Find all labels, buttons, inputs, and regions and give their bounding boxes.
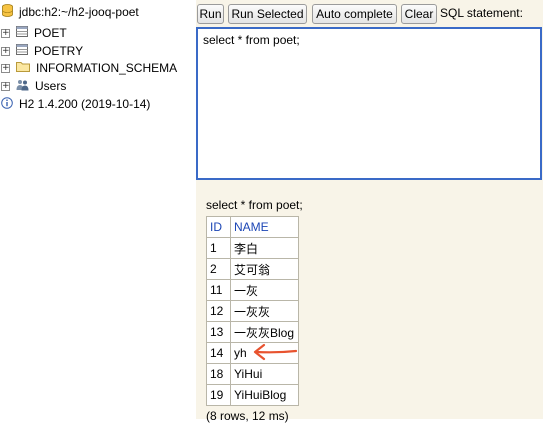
tree-item-information-schema[interactable]: + INFORMATION_SCHEMA: [0, 59, 177, 77]
object-tree: jdbc:h2:~/h2-jooq-poet + POET + POETRY +…: [0, 0, 196, 419]
cell-id: 18: [206, 363, 231, 385]
result-area: select * from poet; ID NAME 1 李白 2 艾可翁 1…: [206, 198, 303, 423]
sql-editor-text: select * from poet;: [203, 33, 300, 47]
query-panel: Run Run Selected Auto complete Clear SQL…: [196, 0, 543, 423]
column-header-id[interactable]: ID: [206, 216, 231, 238]
cell-id: 2: [206, 258, 231, 280]
clear-button[interactable]: Clear: [401, 4, 437, 24]
result-table: ID NAME 1 李白 2 艾可翁 11 一灰 12 一灰灰 13 一灰灰Bl…: [206, 216, 299, 406]
cell-id: 14: [206, 342, 231, 364]
sql-editor[interactable]: select * from poet;: [196, 27, 542, 180]
cell-id: 13: [206, 321, 231, 343]
table-row: 12 一灰灰: [206, 300, 299, 322]
tree-item-label: Users: [35, 79, 67, 93]
cell-name: 李白: [230, 237, 299, 259]
tree-item-poetry[interactable]: + POETRY: [0, 42, 83, 60]
cell-name: 一灰: [230, 279, 299, 301]
expand-plus-icon[interactable]: +: [1, 81, 10, 91]
cell-id: 1: [206, 237, 231, 259]
table-row: 18 YiHui: [206, 363, 299, 385]
sql-statement-label: SQL statement:: [440, 6, 523, 20]
expand-plus-icon[interactable]: +: [1, 28, 10, 38]
cell-name: 一灰灰: [230, 300, 299, 322]
info-icon: [1, 96, 13, 112]
table-row: 13 一灰灰Blog: [206, 321, 299, 343]
cell-name: YiHui: [230, 363, 299, 385]
folder-icon: [16, 61, 30, 75]
table-row: 19 YiHuiBlog: [206, 384, 299, 406]
cell-id: 12: [206, 300, 231, 322]
tree-item-users[interactable]: + Users: [0, 77, 66, 95]
result-summary: (8 rows, 12 ms): [206, 409, 289, 423]
table-header-row: ID NAME: [206, 216, 299, 238]
connection-label: jdbc:h2:~/h2-jooq-poet: [19, 5, 139, 19]
expand-plus-icon[interactable]: +: [1, 63, 10, 73]
column-header-name[interactable]: NAME: [230, 216, 299, 238]
cell-id: 19: [206, 384, 231, 406]
tree-item-label: POET: [34, 26, 67, 40]
users-icon: [16, 79, 29, 94]
table-row: 11 一灰: [206, 279, 299, 301]
tree-item-label: POETRY: [34, 44, 84, 58]
table-icon: [16, 44, 28, 58]
table-icon: [16, 26, 28, 40]
result-query: select * from poet;: [206, 198, 303, 212]
table-row: 2 艾可翁: [206, 258, 299, 280]
tree-connection[interactable]: jdbc:h2:~/h2-jooq-poet: [2, 3, 139, 21]
run-button[interactable]: Run: [197, 4, 224, 24]
cell-name: YiHuiBlog: [230, 384, 299, 406]
tree-item-label: INFORMATION_SCHEMA: [36, 61, 178, 75]
auto-complete-button[interactable]: Auto complete: [312, 4, 397, 24]
version-info: H2 1.4.200 (2019-10-14): [1, 95, 150, 113]
toolbar: Run Run Selected Auto complete Clear SQL…: [196, 0, 543, 28]
cell-name: 艾可翁: [230, 258, 299, 280]
expand-plus-icon[interactable]: +: [1, 46, 10, 56]
table-row: 1 李白: [206, 237, 299, 259]
cell-name: 一灰灰Blog: [230, 321, 299, 343]
cell-id: 11: [206, 279, 231, 301]
database-icon: [2, 4, 13, 20]
tree-item-poet[interactable]: + POET: [0, 24, 67, 42]
run-selected-button[interactable]: Run Selected: [228, 4, 307, 24]
annotation-arrow-icon: [253, 343, 298, 361]
version-label: H2 1.4.200 (2019-10-14): [19, 97, 151, 111]
